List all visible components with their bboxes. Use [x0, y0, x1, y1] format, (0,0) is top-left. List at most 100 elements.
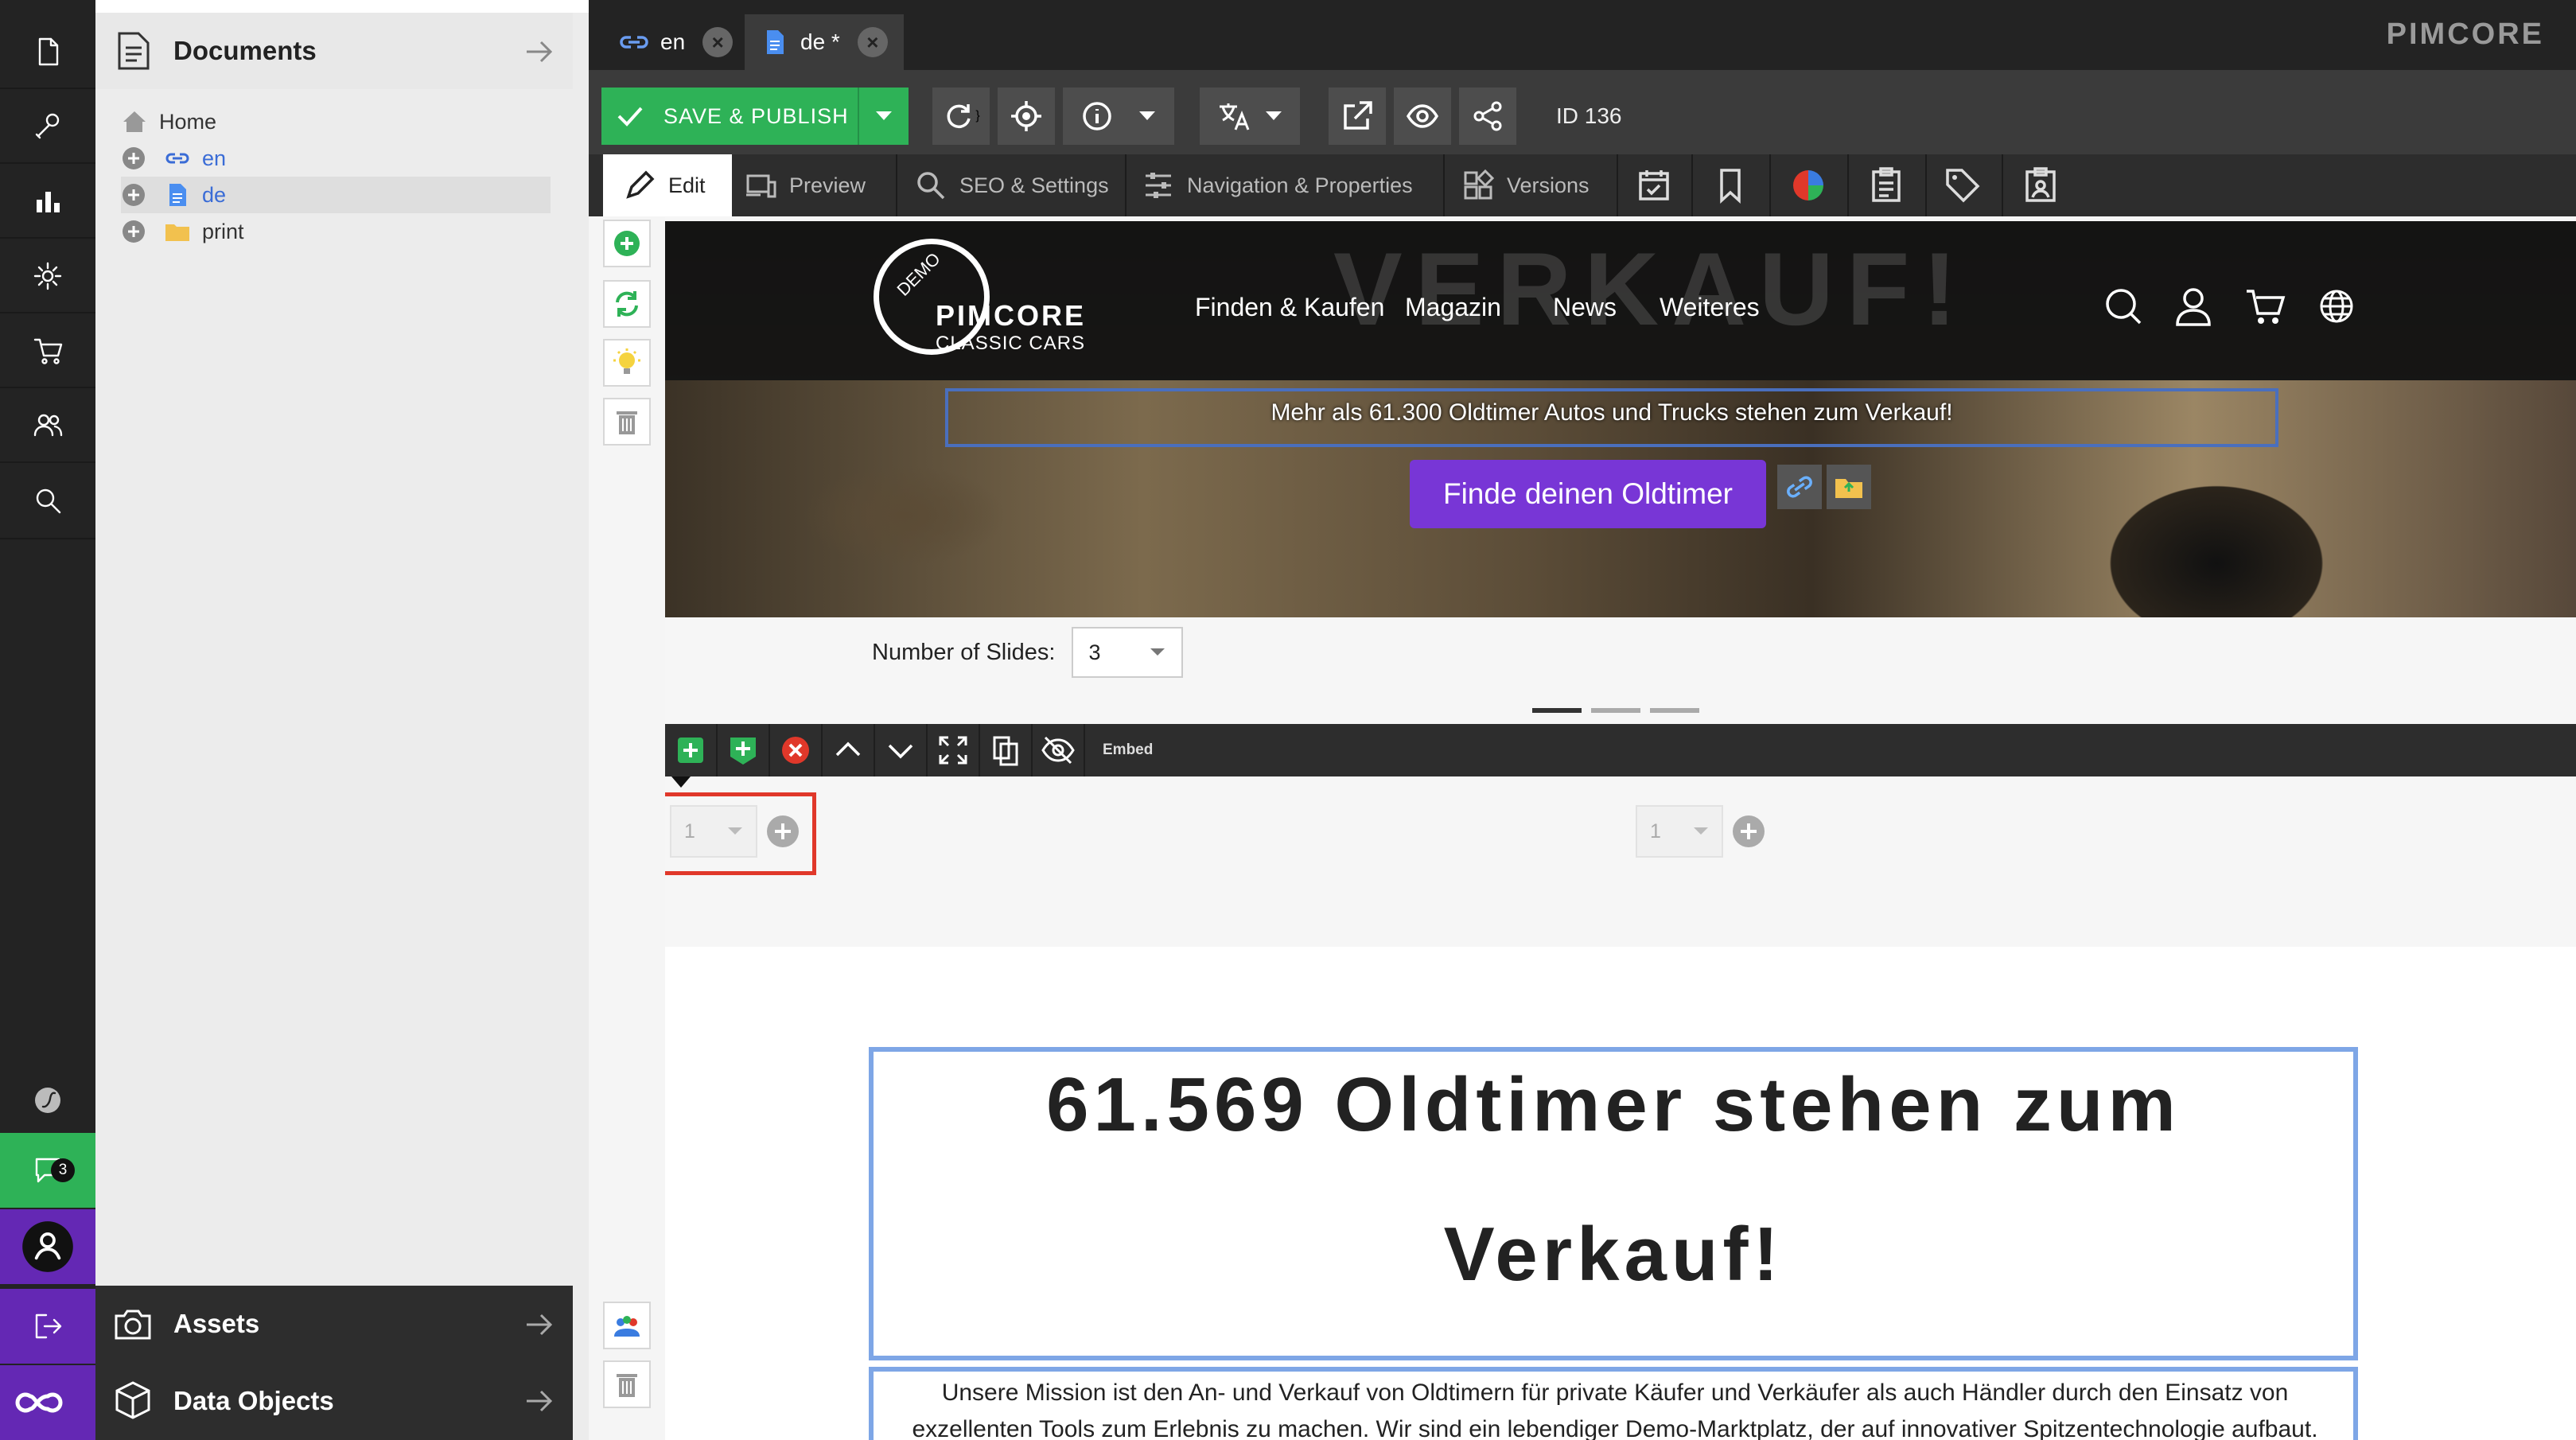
chevron-down-icon [888, 744, 913, 759]
highlight-button[interactable] [603, 339, 651, 387]
tree-item-print[interactable]: print [121, 213, 244, 250]
arrow-right-icon[interactable] [525, 1313, 554, 1337]
assets-header[interactable]: Assets [95, 1286, 573, 1362]
open-link-folder-button[interactable] [1827, 465, 1871, 509]
reload-button[interactable]: } [932, 88, 990, 145]
folder-icon [1835, 479, 1862, 498]
find-car-button[interactable]: Finde deinen Oldtimer [1410, 460, 1766, 528]
analytics-icon[interactable] [1788, 165, 1828, 205]
trash-button[interactable] [603, 1360, 651, 1408]
tab-seo-settings[interactable]: SEO & Settings [915, 154, 1114, 216]
add-block-icon[interactable] [1728, 811, 1769, 852]
users-button[interactable] [603, 1302, 651, 1349]
cart-icon[interactable] [2243, 285, 2286, 328]
expand-plus-icon[interactable] [121, 146, 146, 171]
highlight-box [665, 792, 816, 875]
users-icon[interactable] [0, 388, 95, 463]
area-fullscreen-button[interactable] [928, 724, 980, 776]
pimcore-logo-icon[interactable] [0, 1365, 95, 1440]
globe-icon[interactable] [2315, 285, 2358, 328]
menu-item-news[interactable]: News [1553, 293, 1617, 322]
tools-icon[interactable] [0, 89, 95, 164]
block-count-select[interactable]: 1 [1636, 805, 1723, 858]
headline-line-2[interactable]: Verkauf! [869, 1211, 2358, 1298]
file-icon[interactable] [0, 14, 95, 89]
arrow-right-icon[interactable] [525, 1389, 554, 1413]
slides-count-select[interactable]: 3 [1071, 627, 1183, 678]
menu-item-magazin[interactable]: Magazin [1405, 293, 1501, 322]
sliders-icon [1146, 173, 1171, 198]
gear-icon[interactable] [0, 239, 95, 313]
preview-button[interactable] [1394, 88, 1451, 145]
cart-icon[interactable] [0, 313, 95, 388]
translation-button[interactable] [1200, 88, 1300, 145]
area-remove-button[interactable] [770, 724, 823, 776]
add-button[interactable] [603, 220, 651, 267]
area-add-below-button[interactable] [718, 724, 770, 776]
edit-link-button[interactable] [1777, 465, 1822, 509]
main-editor: en × de * × PIMCORE SAVE & PUBLISH } ID … [589, 0, 2576, 1440]
share-button[interactable] [1459, 88, 1516, 145]
area-move-up-button[interactable] [823, 724, 875, 776]
notifications-icon[interactable]: 3 [0, 1133, 95, 1208]
close-tab-icon[interactable]: × [857, 27, 888, 57]
tab-navigation-properties[interactable]: Navigation & Properties [1142, 154, 1413, 216]
folder-icon [165, 224, 189, 241]
tab-divider [1443, 154, 1445, 216]
tab-divider [2002, 154, 2003, 216]
save-publish-button[interactable]: SAVE & PUBLISH [601, 88, 858, 145]
info-icon [1083, 102, 1111, 130]
workflow-icon[interactable] [2021, 165, 2060, 205]
tree-item-en[interactable]: en [121, 140, 226, 177]
tree-item-de[interactable]: de [121, 177, 551, 213]
tab-edit[interactable]: Edit [603, 154, 732, 216]
search-icon[interactable] [0, 463, 95, 538]
target-icon [1011, 101, 1041, 131]
save-dropdown-button[interactable] [858, 88, 909, 145]
area-move-down-button[interactable] [875, 724, 928, 776]
profile-icon[interactable] [0, 1209, 95, 1284]
slide-dot[interactable] [1591, 708, 1640, 713]
link-icon [165, 153, 189, 164]
slide-dot[interactable] [1532, 708, 1582, 713]
slides-config: Number of Slides: 3 [872, 627, 1183, 678]
info-button[interactable] [1063, 88, 1174, 145]
symfony-icon[interactable] [0, 1063, 95, 1138]
tag-icon[interactable] [1943, 165, 1983, 205]
menu-item-weiteres[interactable]: Weiteres [1660, 293, 1760, 322]
expand-plus-icon[interactable] [121, 219, 146, 244]
slide-dot[interactable] [1650, 708, 1699, 713]
chevron-down-icon [1150, 648, 1165, 656]
headline-line-1[interactable]: 61.569 Oldtimer stehen zum [869, 1061, 2358, 1149]
tab-preview[interactable]: Preview [745, 154, 888, 216]
refresh-button[interactable] [603, 280, 651, 328]
area-add-button[interactable] [665, 724, 718, 776]
search-icon[interactable] [2102, 285, 2145, 328]
marketing-icon[interactable] [0, 164, 95, 239]
data-objects-header[interactable]: Data Objects [95, 1362, 573, 1440]
close-tab-icon[interactable]: × [702, 27, 733, 57]
mission-text[interactable]: Unsere Mission ist den An- und Verkauf v… [888, 1375, 2342, 1440]
locate-in-tree-button[interactable] [998, 88, 1055, 145]
tab-de[interactable]: de * × [745, 14, 904, 70]
chevron-down-icon [876, 111, 892, 120]
open-in-new-window-button[interactable] [1329, 88, 1386, 145]
area-copy-button[interactable] [980, 724, 1033, 776]
logout-icon[interactable] [0, 1289, 95, 1364]
notes-icon[interactable] [1866, 165, 1906, 205]
tree-item-home[interactable]: Home [121, 103, 216, 140]
arrow-right-icon[interactable] [525, 40, 554, 64]
schedule-icon[interactable] [1634, 165, 1674, 205]
user-icon[interactable] [2172, 285, 2215, 328]
documents-header[interactable]: Documents [95, 13, 573, 89]
hero-subtitle[interactable]: Mehr als 61.300 Oldtimer Autos und Truck… [945, 399, 2278, 426]
tab-versions[interactable]: Versions [1462, 154, 1605, 216]
document-icon [118, 32, 150, 70]
area-visibility-button[interactable] [1033, 724, 1085, 776]
tab-en[interactable]: en × [605, 14, 748, 70]
bookmark-icon[interactable] [1710, 165, 1750, 205]
expand-plus-icon[interactable] [121, 182, 146, 208]
trash-button[interactable] [603, 398, 651, 446]
sync-icon [616, 291, 638, 317]
menu-item-finden-kaufen[interactable]: Finden & Kaufen [1195, 293, 1384, 322]
